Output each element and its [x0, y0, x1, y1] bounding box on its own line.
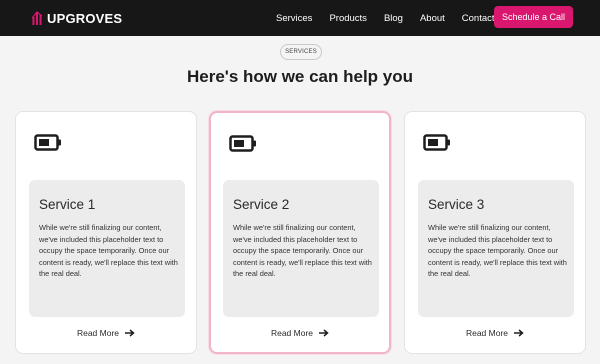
service-card-body: Service 2 While we're still finalizing o… — [223, 180, 379, 317]
battery-icon — [34, 134, 61, 151]
service-card-1[interactable]: Service 1 While we're still finalizing o… — [15, 111, 197, 354]
read-more-label: Read More — [465, 328, 509, 338]
section-title: Here's how we can help you — [186, 67, 414, 86]
nav-item-contact[interactable]: Contact — [462, 13, 495, 24]
read-more-link[interactable]: Read More — [211, 328, 389, 338]
service-title: Service 2 — [233, 197, 290, 212]
section-pill: SERVICES — [280, 44, 322, 60]
arrow-right-icon — [514, 329, 524, 337]
read-more-label: Read More — [76, 328, 120, 338]
logo-text: UPGROVES — [47, 10, 123, 26]
service-description: While we're still finalizing our content… — [428, 223, 567, 278]
read-more-link[interactable]: Read More — [405, 328, 585, 338]
service-title: Service 1 — [39, 197, 96, 212]
battery-icon — [423, 134, 450, 151]
arrow-right-icon — [319, 329, 329, 337]
service-card-body: Service 3 While we're still finalizing o… — [418, 180, 574, 317]
schedule-call-button[interactable]: Schedule a Call — [494, 6, 573, 28]
nav-item-about[interactable]: About — [420, 13, 445, 24]
logo[interactable]: UPGROVES — [32, 9, 122, 27]
service-description: While we're still finalizing our content… — [39, 223, 178, 278]
service-title: Service 3 — [428, 197, 485, 212]
nav-item-blog[interactable]: Blog — [384, 13, 403, 24]
nav-item-products[interactable]: Products — [329, 13, 367, 24]
service-card-3[interactable]: Service 3 While we're still finalizing o… — [404, 111, 586, 354]
service-description: While we're still finalizing our content… — [233, 223, 372, 278]
nav-item-services[interactable]: Services — [276, 13, 312, 24]
main-nav: Services Products Blog About Contact — [276, 0, 512, 36]
service-card-body: Service 1 While we're still finalizing o… — [29, 180, 185, 317]
logo-mark-icon — [32, 11, 43, 25]
read-more-label: Read More — [270, 328, 314, 338]
arrow-right-icon — [125, 329, 135, 337]
battery-icon — [229, 135, 256, 152]
read-more-link[interactable]: Read More — [16, 328, 196, 338]
site-header: UPGROVES Services Products Blog About Co… — [0, 0, 600, 36]
service-card-2[interactable]: Service 2 While we're still finalizing o… — [209, 111, 391, 354]
